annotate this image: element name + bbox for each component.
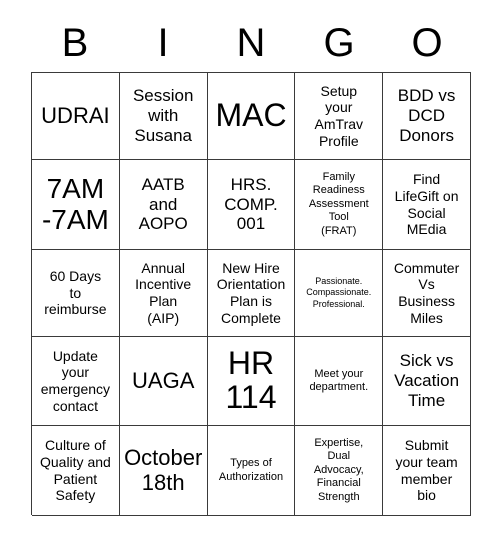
bingo-cell-text: New Hire Orientation Plan is Complete [216,259,286,326]
bingo-header-letter: B [61,21,89,65]
bingo-cell-text: Culture of Quality and Patient Safety [39,437,111,504]
bingo-cell-text: Sick vs Vacation Time [394,351,460,410]
bingo-cell-text: Family Readiness Assessment Tool (FRAT) [308,170,369,237]
bingo-cell-text: AATB and AOPO [138,174,188,234]
bingo-cell-text: Update your emergency contact [40,347,111,414]
bingo-cell[interactable]: MAC [207,73,296,160]
bingo-cell[interactable]: HRS. COMP. 001 [207,160,296,250]
bingo-cell-text: 60 Days to reimburse [44,268,107,318]
bingo-cell-text: HRS. COMP. 001 [224,174,278,234]
bingo-cell[interactable]: Sick vs Vacation Time [383,337,471,426]
bingo-cell-text: Submit your team member bio [395,437,458,504]
bingo-cell[interactable]: Submit your team member bio [383,426,471,516]
bingo-cell[interactable]: Passionate. Compassionate. Professional. [295,250,384,337]
bingo-cell-text: Find LifeGift on Social MEdia [394,171,459,238]
bingo-cell-text: Meet your department. [309,367,369,393]
bingo-cell-text: October 18th [124,444,203,495]
bingo-grid: UDRAI Session with Susana MAC Setup your Am… [31,72,471,516]
bingo-cell[interactable]: Family Readiness Assessment Tool (FRAT) [295,160,384,250]
bingo-cell-text: UDRAI [41,102,110,128]
bingo-header-letter: N [236,21,266,65]
bingo-header-letter: O [411,21,443,65]
bingo-cell-text: Setup your AmTrav Profile [314,82,364,149]
bingo-cell[interactable]: Annual Incentive Plan (AIP) [119,250,208,337]
bingo-cell-text: Commuter Vs Business Miles [393,259,460,326]
bingo-cell[interactable]: HR 114 [207,337,296,426]
bingo-cell[interactable]: UDRAI [32,73,120,160]
bingo-cell-text: Annual Incentive Plan (AIP) [135,259,192,326]
bingo-header-letter: I [157,21,169,65]
bingo-cell-text: BDD vs DCD Donors [397,86,456,145]
bingo-cell[interactable]: Culture of Quality and Patient Safety [32,426,120,516]
bingo-cell[interactable]: Session with Susana [119,73,208,160]
bingo-cell[interactable]: Setup your AmTrav Profile [295,73,384,160]
bingo-cell-text: 7AM -7AM [41,173,109,235]
bingo-card: B I N G O UDRAI Session with Susana MAC Setup y… [0,0,500,544]
bingo-cell[interactable]: Update your emergency contact [32,337,120,426]
bingo-cell-text: Passionate. Compassionate. Professional. [306,276,372,309]
bingo-cell-text: Types of Authorization [218,457,284,483]
bingo-cell[interactable]: BDD vs DCD Donors [383,73,471,160]
bingo-cell[interactable]: Types of Authorization [207,426,296,516]
bingo-cell[interactable]: Meet your department. [295,337,384,426]
bingo-cell[interactable]: AATB and AOPO [119,160,208,250]
bingo-cell[interactable]: October 18th [119,426,208,516]
bingo-cell[interactable]: 60 Days to reimburse [32,250,120,337]
bingo-cell[interactable]: UAGA [119,337,208,426]
bingo-header-letter: G [323,21,355,65]
bingo-cell[interactable]: New Hire Orientation Plan is Complete [207,250,296,337]
bingo-cell[interactable]: Find LifeGift on Social MEdia [383,160,471,250]
bingo-cell-text: Expertise, Dual Advocacy, Financial Stre… [313,436,364,503]
bingo-cell-text: UAGA [132,367,195,393]
bingo-cell-text: HR 114 [225,345,277,415]
bingo-cell[interactable]: Commuter Vs Business Miles [383,250,471,337]
bingo-cell-text: MAC [215,97,287,134]
bingo-header-row: BINGO [31,18,471,68]
bingo-cell-text: Session with Susana [132,86,194,145]
bingo-cell[interactable]: 7AM -7AM [32,160,120,250]
bingo-cell[interactable]: Expertise, Dual Advocacy, Financial Stre… [295,426,384,516]
